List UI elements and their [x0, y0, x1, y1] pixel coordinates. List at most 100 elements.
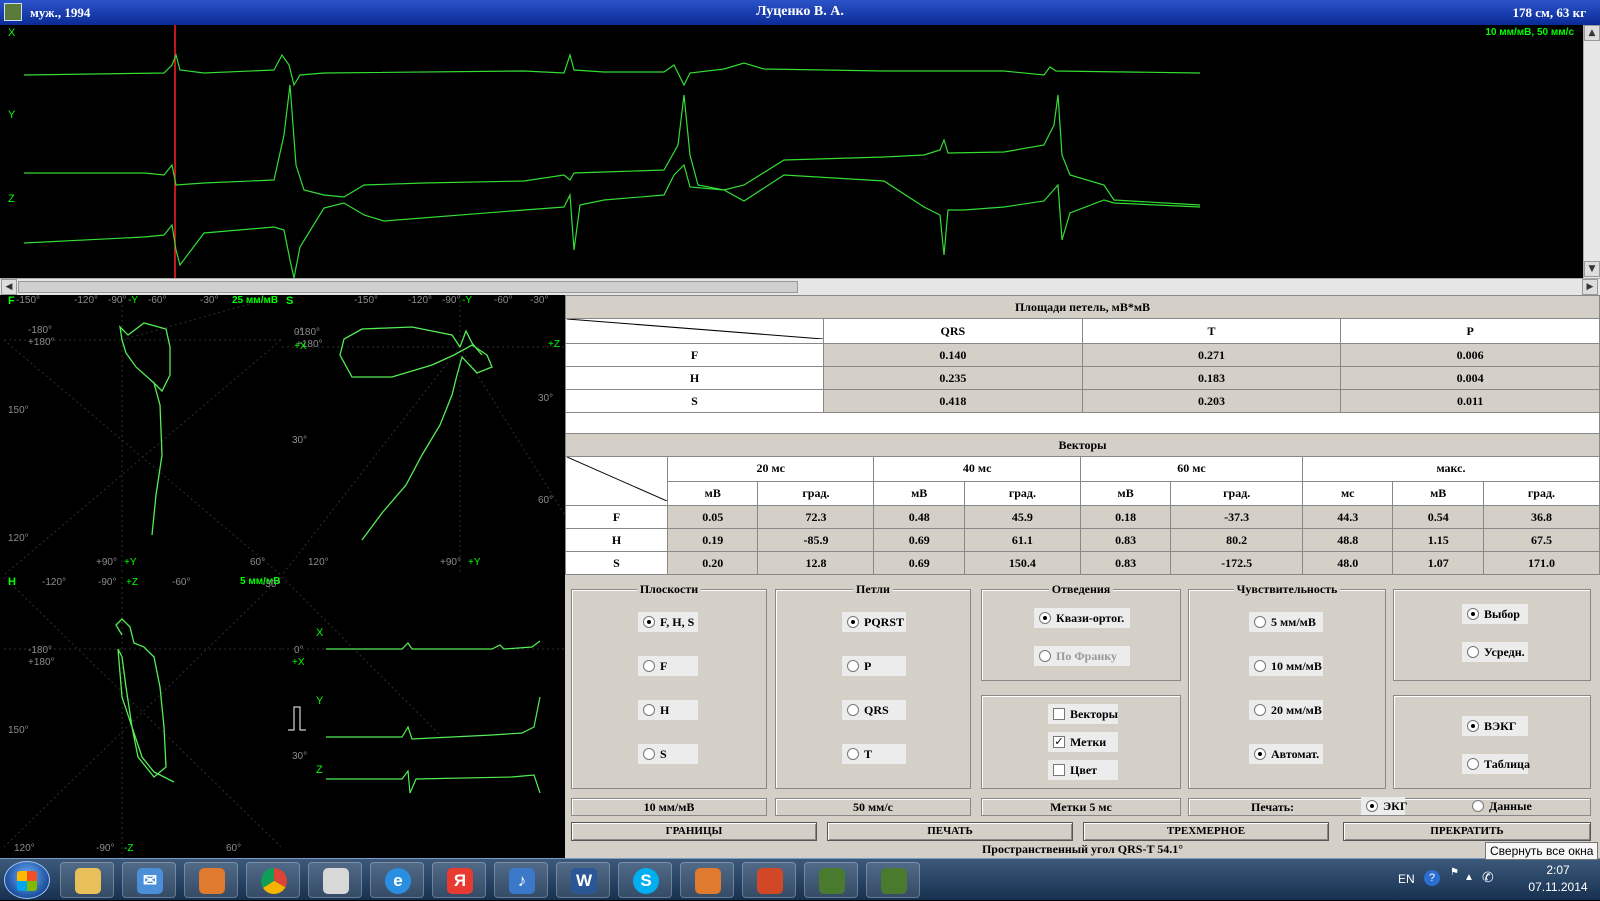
- radio-icon[interactable]: [1254, 748, 1266, 760]
- option-label: T: [864, 747, 873, 761]
- chevron-up-icon[interactable]: ▲: [1464, 872, 1474, 883]
- scroll-left-button[interactable]: ◀: [1, 279, 17, 295]
- three-d-button[interactable]: ТРЕХМЕРНОЕ: [1083, 822, 1329, 841]
- ecg-vertical-scrollbar[interactable]: ▲ ▼: [1583, 25, 1600, 278]
- print-option-data[interactable]: Данные: [1467, 797, 1532, 815]
- vectors-group-header: макс.: [1301, 456, 1600, 482]
- mode-option-average[interactable]: Усредн.: [1462, 642, 1528, 662]
- language-indicator[interactable]: EN: [1398, 872, 1415, 886]
- scroll-right-button[interactable]: ▶: [1582, 279, 1598, 295]
- taskbar-powerpoint[interactable]: [742, 862, 796, 898]
- bounds-button[interactable]: ГРАНИЦЫ: [571, 822, 817, 841]
- planes-group: Плоскости F, H, S F H S: [571, 582, 767, 789]
- sens-option-auto[interactable]: Автомат.: [1249, 744, 1323, 764]
- radio-icon[interactable]: [847, 704, 859, 716]
- radio-icon[interactable]: [1039, 650, 1051, 662]
- print-button[interactable]: ПЕЧАТЬ: [827, 822, 1073, 841]
- radio-icon[interactable]: [643, 748, 655, 760]
- taskbar-office2[interactable]: [680, 862, 734, 898]
- sens-option-10[interactable]: 10 мм/мВ: [1249, 656, 1323, 676]
- stop-button[interactable]: ПРЕКРАТИТЬ: [1343, 822, 1591, 841]
- view-option-table[interactable]: Таблица: [1462, 754, 1530, 774]
- angle-label: +90°: [96, 557, 117, 568]
- radio-icon[interactable]: [643, 704, 655, 716]
- start-button[interactable]: [4, 861, 50, 899]
- checkbox-icon[interactable]: [1053, 764, 1065, 776]
- scroll-down-button[interactable]: ▼: [1584, 261, 1600, 277]
- radio-icon[interactable]: [1467, 646, 1479, 658]
- radio-icon[interactable]: [1254, 616, 1266, 628]
- option-label: Таблица: [1484, 757, 1530, 771]
- view-option-vecg[interactable]: ВЭКГ: [1462, 716, 1528, 736]
- lead-option-quasi[interactable]: Квази-ортог.: [1034, 608, 1130, 628]
- radio-icon[interactable]: [1254, 660, 1266, 672]
- taskbar-office[interactable]: [184, 862, 238, 898]
- taskbar-chrome[interactable]: [246, 862, 300, 898]
- clock-date[interactable]: 07.11.2014: [1520, 880, 1596, 894]
- plane-option-s[interactable]: S: [638, 744, 698, 764]
- radio-icon[interactable]: [1254, 704, 1266, 716]
- flag-icon[interactable]: ⚑: [1450, 867, 1459, 878]
- taskbar-ecg-app2[interactable]: [866, 862, 920, 898]
- plane-option-fhs[interactable]: F, H, S: [638, 612, 698, 632]
- loop-option-pqrst[interactable]: PQRST: [842, 612, 906, 632]
- taskbar-explorer[interactable]: [60, 862, 114, 898]
- radio-icon[interactable]: [1467, 608, 1479, 620]
- loop-option-t[interactable]: T: [842, 744, 906, 764]
- vectors-corner: [565, 456, 668, 506]
- plane-option-f[interactable]: F: [638, 656, 698, 676]
- row-label: S: [565, 551, 668, 575]
- table-cell: 0.83: [1079, 528, 1172, 552]
- radio-icon[interactable]: [1467, 720, 1479, 732]
- print-option-ecg[interactable]: ЭКГ: [1361, 797, 1407, 815]
- taskbar-audio[interactable]: ♪: [494, 862, 548, 898]
- taskbar-yandex[interactable]: Я: [432, 862, 486, 898]
- angle-label: 60°: [226, 843, 242, 854]
- sens-option-20[interactable]: 20 мм/мВ: [1249, 700, 1323, 720]
- taskbar-skype[interactable]: S: [618, 862, 672, 898]
- option-label: Автомат.: [1271, 747, 1320, 761]
- scroll-up-button[interactable]: ▲: [1584, 25, 1600, 41]
- angle-label: 120°: [308, 557, 329, 568]
- radio-icon[interactable]: [847, 660, 859, 672]
- loop-option-p[interactable]: P: [842, 656, 906, 676]
- scroll-thumb[interactable]: [18, 281, 798, 293]
- option-label: Данные: [1489, 799, 1532, 813]
- help-icon[interactable]: ?: [1424, 870, 1440, 886]
- row-label: H: [565, 528, 668, 552]
- ecg-horizontal-scrollbar[interactable]: ◀ ▶: [0, 278, 1600, 295]
- taskbar-mail[interactable]: ✉: [122, 862, 176, 898]
- check-color[interactable]: Цвет: [1048, 760, 1118, 780]
- checkbox-icon[interactable]: [1053, 708, 1065, 720]
- radio-icon[interactable]: [1472, 800, 1484, 812]
- taskbar-word[interactable]: W: [556, 862, 610, 898]
- check-vectors[interactable]: Векторы: [1048, 704, 1118, 724]
- loop-sagittal-curve: [339, 326, 493, 541]
- angle-label: -120°: [74, 295, 99, 306]
- radio-icon[interactable]: [1467, 758, 1479, 770]
- radio-icon[interactable]: [847, 748, 859, 760]
- mini-lead-z-trace: [326, 769, 541, 794]
- radio-icon[interactable]: [847, 616, 859, 628]
- clock-time[interactable]: 2:07: [1528, 863, 1588, 877]
- taskbar-ecg-app[interactable]: [804, 862, 858, 898]
- loop-option-qrs[interactable]: QRS: [842, 700, 906, 720]
- plane-option-h[interactable]: H: [638, 700, 698, 720]
- network-icon[interactable]: ✆: [1482, 869, 1494, 886]
- lead-option-frank[interactable]: По Франку: [1034, 646, 1130, 666]
- table-cell: 72.3: [757, 505, 875, 529]
- table-cell: 45.9: [963, 505, 1081, 529]
- radio-icon[interactable]: [643, 616, 655, 628]
- row-label: S: [565, 389, 824, 413]
- mode-option-select[interactable]: Выбор: [1462, 604, 1528, 624]
- radio-icon[interactable]: [643, 660, 655, 672]
- taskbar-notepad[interactable]: [308, 862, 362, 898]
- check-marks[interactable]: ✓ Метки: [1048, 732, 1118, 752]
- radio-icon[interactable]: [1039, 612, 1051, 624]
- angle-label: -150°: [16, 295, 41, 306]
- vectors-subheader: град.: [1170, 480, 1303, 506]
- checkmark-icon[interactable]: ✓: [1053, 736, 1065, 748]
- radio-icon[interactable]: [1366, 800, 1378, 812]
- taskbar-ie[interactable]: e: [370, 862, 424, 898]
- sens-option-5[interactable]: 5 мм/мВ: [1249, 612, 1323, 632]
